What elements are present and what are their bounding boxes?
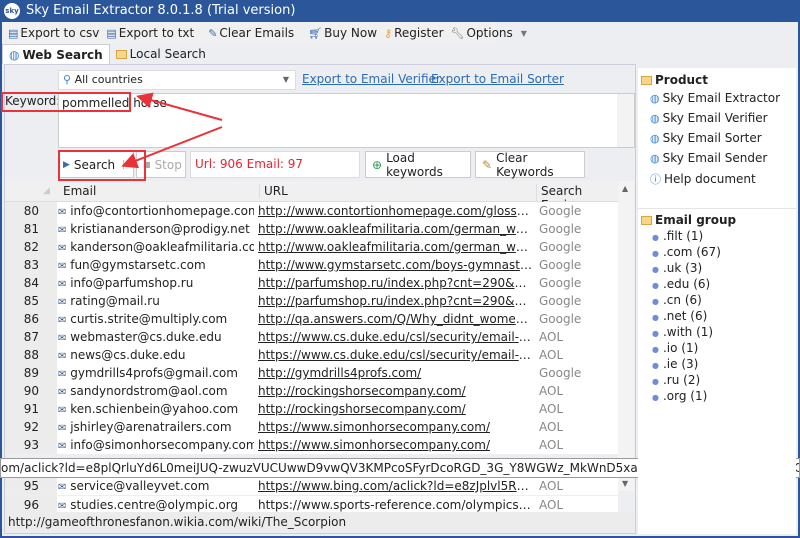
annotation-arrows [121, 92, 223, 169]
